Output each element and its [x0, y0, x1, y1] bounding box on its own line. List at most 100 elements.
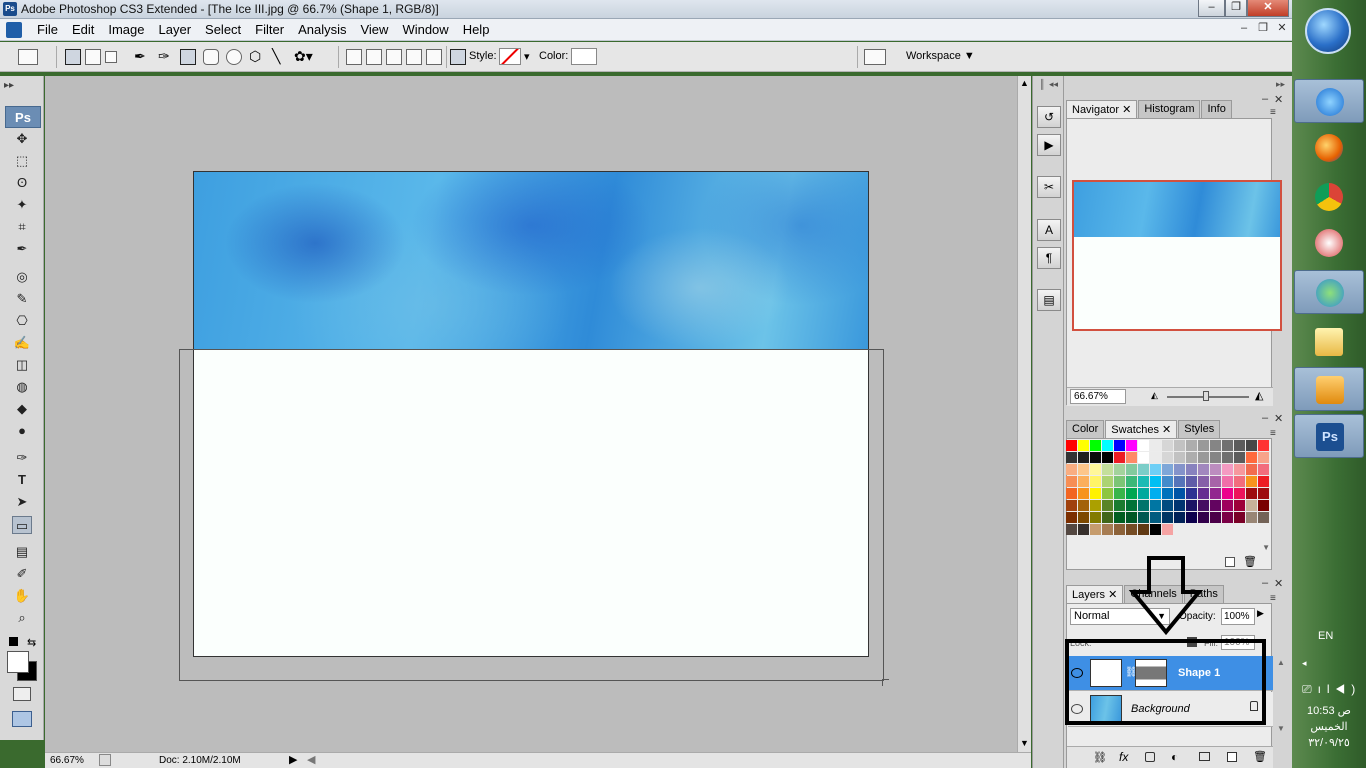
- swatch-grid[interactable]: [1066, 440, 1269, 535]
- start-button[interactable]: [1305, 8, 1351, 54]
- layers-scroll-down-icon[interactable]: ▼: [1277, 724, 1285, 733]
- navigator-menu-icon[interactable]: ≡: [1270, 107, 1276, 118]
- swatch-cell[interactable]: [1150, 464, 1161, 475]
- notes-tool-icon[interactable]: ▤: [12, 543, 32, 561]
- ellipse-icon[interactable]: [226, 49, 242, 65]
- zoom-slider-handle[interactable]: [1203, 391, 1209, 401]
- swatch-cell[interactable]: [1126, 512, 1137, 523]
- swatch-cell[interactable]: [1102, 512, 1113, 523]
- swatch-cell[interactable]: [1078, 452, 1089, 463]
- character-panel-icon[interactable]: A: [1037, 219, 1061, 241]
- status-menu-arrow-icon[interactable]: ▶: [289, 753, 297, 766]
- clock-time[interactable]: 10:53 ص: [1292, 704, 1366, 717]
- menu-help[interactable]: Help: [456, 22, 497, 38]
- swatch-cell[interactable]: [1246, 476, 1257, 487]
- navigator-minimize-icon[interactable]: ‒: [1262, 93, 1268, 105]
- layers-close-icon[interactable]: ✕: [1274, 577, 1283, 590]
- swatches-close-icon[interactable]: ✕: [1274, 412, 1283, 425]
- swatch-cell[interactable]: [1162, 488, 1173, 499]
- swatch-cell[interactable]: [1102, 500, 1113, 511]
- tab-info[interactable]: Info: [1201, 100, 1232, 118]
- layers-minimize-icon[interactable]: ‒: [1262, 577, 1268, 589]
- swatch-cell[interactable]: [1162, 452, 1173, 463]
- document-icon[interactable]: [6, 22, 22, 38]
- swatch-cell[interactable]: [1114, 500, 1125, 511]
- swatch-cell[interactable]: [1066, 524, 1077, 535]
- taskbar-internet-explorer[interactable]: [1294, 79, 1364, 123]
- swatch-cell[interactable]: [1174, 488, 1185, 499]
- tool-preset-picker[interactable]: [18, 49, 38, 65]
- polygon-icon[interactable]: ⬡: [249, 49, 265, 65]
- swatch-cell[interactable]: [1198, 512, 1209, 523]
- swatch-cell[interactable]: [1102, 488, 1113, 499]
- language-indicator[interactable]: EN: [1318, 630, 1333, 642]
- menu-file[interactable]: File: [30, 22, 65, 38]
- taskbar-photoshop[interactable]: Ps: [1294, 414, 1364, 458]
- rectangle-tool-icon[interactable]: ▭: [12, 516, 32, 534]
- swatch-cell[interactable]: [1210, 500, 1221, 511]
- swatch-cell[interactable]: [1258, 476, 1269, 487]
- swatch-cell[interactable]: [1126, 488, 1137, 499]
- swatch-cell[interactable]: [1138, 512, 1149, 523]
- swatch-cell[interactable]: [1114, 524, 1125, 535]
- swatch-cell[interactable]: [1150, 488, 1161, 499]
- style-dropdown-icon[interactable]: ▾: [524, 50, 530, 63]
- swatch-cell[interactable]: [1174, 476, 1185, 487]
- type-tool-icon[interactable]: T: [12, 471, 32, 489]
- clone-stamp-tool-icon[interactable]: ⎔: [12, 312, 32, 330]
- swatch-cell[interactable]: [1162, 512, 1173, 523]
- dodge-tool-icon[interactable]: ●: [12, 422, 32, 440]
- swatch-cell[interactable]: [1126, 476, 1137, 487]
- swatch-cell[interactable]: [1102, 452, 1113, 463]
- doc-minimize-button[interactable]: ‒: [1236, 22, 1252, 37]
- swatch-cell[interactable]: [1126, 452, 1137, 463]
- swatch-cell[interactable]: [1126, 500, 1137, 511]
- tab-swatches[interactable]: Swatches ✕: [1105, 420, 1178, 438]
- shape-layers-icon[interactable]: [65, 49, 81, 65]
- swatch-cell[interactable]: [1246, 500, 1257, 511]
- eyedropper-tool-icon[interactable]: ✒: [12, 240, 32, 258]
- clock-date[interactable]: ٣٢/٠٩/٢٥: [1292, 736, 1366, 749]
- custom-shape-icon[interactable]: ✿▾: [294, 49, 322, 65]
- exclude-shape-area-icon[interactable]: [426, 49, 442, 65]
- tool-presets-icon[interactable]: ✂: [1037, 176, 1061, 198]
- swatch-cell[interactable]: [1150, 476, 1161, 487]
- new-group-icon[interactable]: [1199, 752, 1210, 761]
- pen-tool-icon[interactable]: ✑: [12, 449, 32, 467]
- swatch-cell[interactable]: [1162, 524, 1173, 535]
- swatch-cell[interactable]: [1138, 524, 1149, 535]
- menu-view[interactable]: View: [353, 22, 395, 38]
- move-tool-icon[interactable]: ✥: [12, 130, 32, 148]
- swatch-cell[interactable]: [1114, 452, 1125, 463]
- swatch-cell[interactable]: [1222, 476, 1233, 487]
- tab-histogram[interactable]: Histogram: [1138, 100, 1201, 118]
- swatch-cell[interactable]: [1090, 464, 1101, 475]
- swatch-cell[interactable]: [1234, 452, 1245, 463]
- swatch-cell[interactable]: [1258, 464, 1269, 475]
- swatch-cell[interactable]: [1102, 524, 1113, 535]
- adjustment-layer-icon[interactable]: ◐: [1171, 750, 1178, 764]
- line-icon[interactable]: ╲: [272, 49, 288, 65]
- style-picker[interactable]: [499, 48, 521, 65]
- swatch-cell[interactable]: [1066, 464, 1077, 475]
- intersect-shape-area-icon[interactable]: [406, 49, 422, 65]
- swatch-cell[interactable]: [1234, 500, 1245, 511]
- swatch-cell[interactable]: [1162, 440, 1173, 451]
- swatch-cell[interactable]: [1234, 488, 1245, 499]
- new-layer-icon[interactable]: [1227, 752, 1237, 762]
- swatch-cell[interactable]: [1114, 512, 1125, 523]
- zoom-tool-icon[interactable]: ⌕: [12, 609, 32, 627]
- swatch-cell[interactable]: [1210, 488, 1221, 499]
- path-anchor-handle[interactable]: [882, 679, 889, 686]
- swatch-cell[interactable]: [1138, 488, 1149, 499]
- paint-bucket-tool-icon[interactable]: ◍: [12, 378, 32, 396]
- swatch-cell[interactable]: [1210, 440, 1221, 451]
- menu-layer[interactable]: Layer: [152, 22, 199, 38]
- opacity-input[interactable]: 100%: [1221, 608, 1255, 625]
- swatch-cell[interactable]: [1210, 452, 1221, 463]
- swatch-cell[interactable]: [1138, 440, 1149, 451]
- swatch-cell[interactable]: [1174, 500, 1185, 511]
- swatch-cell[interactable]: [1114, 440, 1125, 451]
- swap-colors-icon[interactable]: ⇆: [27, 636, 36, 649]
- paths-icon[interactable]: [85, 49, 101, 65]
